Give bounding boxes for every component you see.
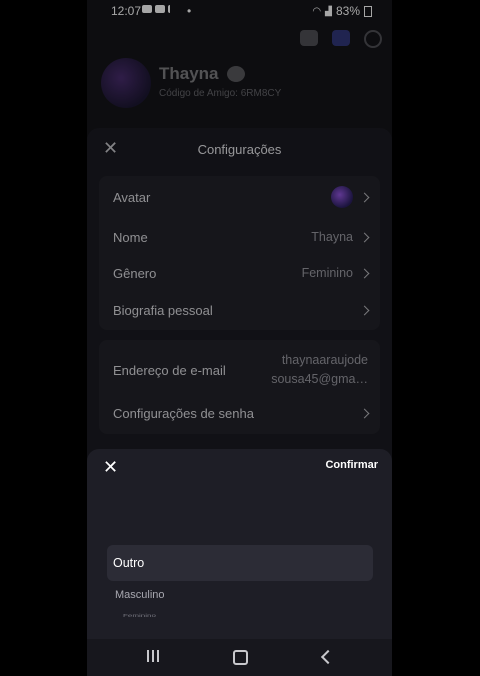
picker-option-selected[interactable]: Outro: [113, 556, 144, 570]
confirm-button[interactable]: Confirmar: [325, 459, 378, 471]
back-icon[interactable]: [320, 649, 336, 665]
gender-picker: ✕ Confirmar Outro Masculino Feminino: [87, 449, 392, 639]
home-icon[interactable]: [233, 650, 248, 665]
picker-option[interactable]: Feminino: [123, 613, 156, 618]
picker-option[interactable]: Masculino: [115, 589, 165, 601]
phone-screen: 12:07 • ◠ ▟ 83% Thayna Código de Amigo: …: [87, 0, 392, 676]
recents-icon[interactable]: [147, 650, 159, 662]
close-icon[interactable]: ✕: [103, 457, 118, 478]
navigation-bar: [87, 639, 392, 676]
picker-selection-highlight: [107, 545, 373, 581]
